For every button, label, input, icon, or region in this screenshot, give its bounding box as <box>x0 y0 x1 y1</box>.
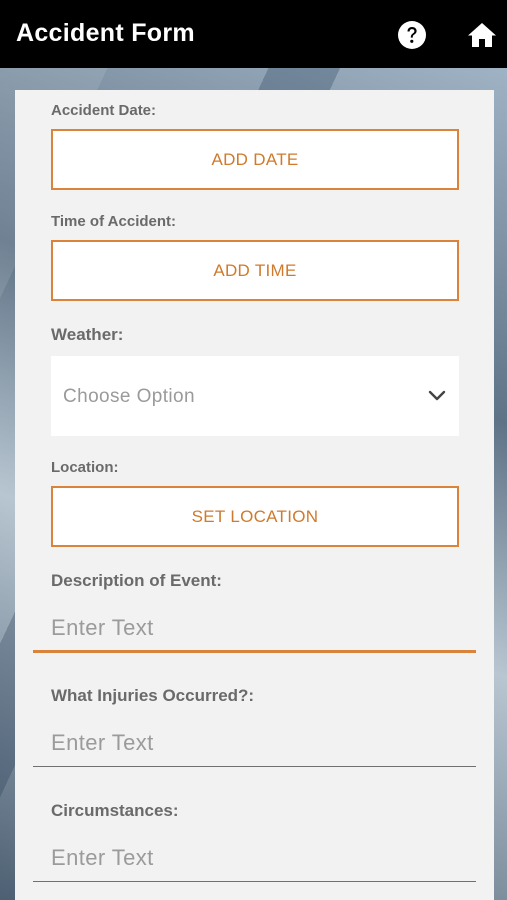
help-button[interactable] <box>397 20 427 50</box>
accident-date-label: Accident Date: <box>51 102 157 119</box>
form-card: Accident Date: ADD DATE Time of Accident… <box>15 90 494 900</box>
weather-label: Weather: <box>51 325 124 344</box>
injuries-underline <box>33 766 476 767</box>
app-bar: Accident Form <box>0 0 507 68</box>
location-label: Location: <box>51 459 119 476</box>
home-icon <box>468 23 496 47</box>
description-label: Description of Event: <box>51 571 222 590</box>
injuries-label: What Injuries Occurred?: <box>51 686 255 705</box>
add-date-button[interactable]: ADD DATE <box>51 129 459 190</box>
circumstances-input[interactable] <box>33 834 476 882</box>
time-of-accident-label: Time of Accident: <box>51 213 177 230</box>
page-title: Accident Form <box>16 19 195 47</box>
circumstances-label: Circumstances: <box>51 801 179 820</box>
question-circle-icon <box>398 21 426 49</box>
weather-select-value: Choose Option <box>63 386 195 407</box>
circumstances-underline <box>33 881 476 882</box>
weather-select[interactable]: Choose Option <box>51 356 459 436</box>
description-underline <box>33 650 476 653</box>
injuries-input[interactable] <box>33 719 476 767</box>
chevron-down-icon <box>428 390 446 401</box>
add-time-button[interactable]: ADD TIME <box>51 240 459 301</box>
home-button[interactable] <box>466 19 498 51</box>
description-input[interactable] <box>33 604 476 652</box>
set-location-button[interactable]: SET LOCATION <box>51 486 459 547</box>
